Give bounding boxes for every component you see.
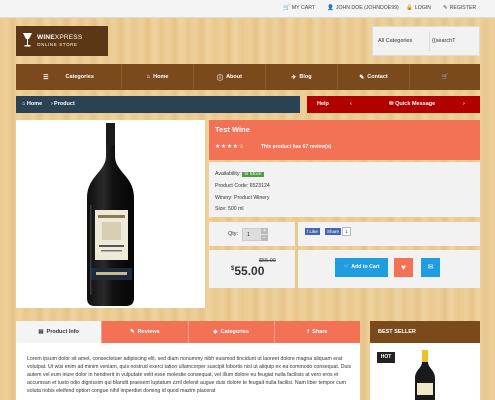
category-select[interactable]: All Categories [378, 38, 412, 44]
product-title-box: Test Wine ★★★★☆ This product has 67 revi… [209, 120, 480, 160]
login-icon: 🔒 [406, 5, 413, 11]
my-cart-link[interactable]: 🛒 MY CART [283, 5, 315, 11]
logo-subtitle: ONLINE STORE [37, 42, 78, 47]
pencil-icon: ✎ [359, 74, 365, 81]
home-icon: ⌂ [146, 74, 151, 80]
wishlist-button[interactable]: ♥ [394, 258, 413, 277]
product-size: Size: 500 ml [215, 206, 244, 212]
tab-content: Lorem ipsum dolor sit amet, consectetuer… [16, 343, 360, 400]
breadcrumb: ⌂ Home › Product [16, 96, 300, 113]
user-icon: 👤 [327, 5, 334, 11]
bestseller-header: BEST SELLER [370, 321, 480, 343]
blog-icon: ✈ [291, 74, 297, 81]
bestseller-panel: HOT [370, 343, 480, 400]
register-link[interactable]: ✎ REGISTER [443, 5, 476, 11]
breadcrumb-current: Product [54, 101, 75, 107]
facebook-share-button[interactable]: Share [325, 228, 342, 235]
product-details: Availability: In Stock Product Code: 652… [209, 162, 480, 217]
product-tabs: ▤ Product Info ✎ Reviews ◆ Categories f Shar… [16, 321, 360, 343]
product-code: Product Code: 6523124 [215, 183, 270, 189]
wine-glass-icon [23, 33, 32, 47]
nav-cart[interactable]: 🛒 [410, 64, 480, 90]
login-link[interactable]: 🔒 LOGIN [406, 5, 431, 11]
logo-title: WINEXPRESS [37, 34, 83, 41]
wine-bottle-image [87, 123, 134, 306]
price-box: $55.00 $55.00 [209, 250, 295, 288]
cart-icon: 🛒 [283, 5, 290, 11]
qty-increase-button[interactable]: + [261, 228, 268, 234]
product-winery: Winery: Product Winery [215, 195, 270, 201]
user-account-link[interactable]: 👤 JOHN DOE (JOHNDOE99) [327, 5, 399, 11]
stock-badge: In Stock [242, 172, 264, 177]
chevron-left-icon[interactable]: ‹ [350, 101, 352, 107]
search-input[interactable] [432, 36, 476, 46]
bestseller-title: BEST SELLER [378, 329, 416, 335]
site-logo[interactable]: WINEXPRESS ONLINE STORE [16, 26, 108, 56]
nav-home[interactable]: ⌂ Home [122, 64, 194, 90]
breadcrumb-home[interactable]: ⌂ Home [22, 101, 42, 107]
chevron-right-icon[interactable]: › [463, 101, 465, 107]
help-bar: Help ‹ ✉ Quick Message › [307, 96, 480, 113]
register-label: REGISTER [449, 5, 477, 11]
share-count: 1 [342, 227, 351, 236]
tab-categories[interactable]: ◆ Categories [188, 321, 275, 343]
shopping-cart-icon: 🛒 [441, 74, 449, 80]
user-name-label: JOHN DOE (JOHNDOE99) [335, 5, 399, 11]
search-divider [429, 31, 430, 51]
search-bar: All Categories [372, 26, 480, 56]
review-count[interactable]: This product has 67 review(s) [261, 144, 331, 150]
facebook-like-button[interactable]: f Like [305, 228, 320, 235]
nav-contact[interactable]: ✎ Contact [338, 64, 410, 90]
cart-icon: 🛒 [343, 264, 350, 270]
register-icon: ✎ [443, 5, 448, 11]
current-price: $55.00 [231, 264, 265, 278]
nav-blog[interactable]: ✈ Blog [266, 64, 338, 90]
tab-product-info[interactable]: ▤ Product Info [16, 321, 103, 343]
comment-icon: ✎ [130, 329, 135, 335]
nav-categories[interactable]: ☰ Categories [16, 64, 122, 90]
action-box: 🛒 Add to Cart ♥ ✉ [298, 250, 480, 288]
product-image[interactable] [16, 120, 205, 308]
main-nav: ☰ Categories ⌂ Home ⓘ About ✈ Blog ✎ Contact … [16, 64, 480, 90]
product-description: Lorem ipsum dolor sit amet, consectetuer… [27, 356, 352, 394]
login-label: LOGIN [414, 5, 432, 11]
mail-icon: ✉ [427, 264, 434, 271]
nav-about[interactable]: ⓘ About [194, 64, 266, 90]
quantity-box: Qty: 1 + − [209, 222, 295, 246]
tag-icon: ◆ [213, 329, 218, 335]
product-name: Test Wine [215, 125, 250, 134]
help-label: Help [317, 101, 329, 107]
quick-message[interactable]: ✉ Quick Message [389, 101, 435, 107]
breadcrumb-separator: › [51, 101, 53, 107]
qty-label: Qty: [228, 231, 239, 237]
tab-reviews[interactable]: ✎ Reviews [102, 321, 189, 343]
qty-decrease-button[interactable]: − [261, 235, 268, 241]
heart-icon: ♥ [401, 263, 406, 272]
list-icon: ▤ [38, 329, 44, 335]
availability-row: Availability: In Stock [215, 171, 264, 177]
info-icon: ⓘ [217, 75, 224, 82]
share-icon: f [307, 329, 310, 335]
bestseller-product-image[interactable] [410, 350, 440, 400]
rating-stars: ★★★★☆ [215, 144, 245, 150]
email-button[interactable]: ✉ [421, 258, 440, 277]
menu-icon: ☰ [43, 74, 49, 81]
add-to-cart-button[interactable]: 🛒 Add to Cart [335, 258, 388, 277]
tab-share[interactable]: f Share [274, 321, 360, 343]
price-currency: $ [231, 266, 235, 272]
my-cart-label: MY CART [291, 5, 316, 11]
social-share-box: f Like Share 1 [298, 222, 480, 246]
top-bar: 🛒 MY CART 👤 JOHN DOE (JOHNDOE99) 🔒 LOGIN ✎ R… [0, 0, 495, 18]
hot-badge: HOT [377, 352, 395, 363]
